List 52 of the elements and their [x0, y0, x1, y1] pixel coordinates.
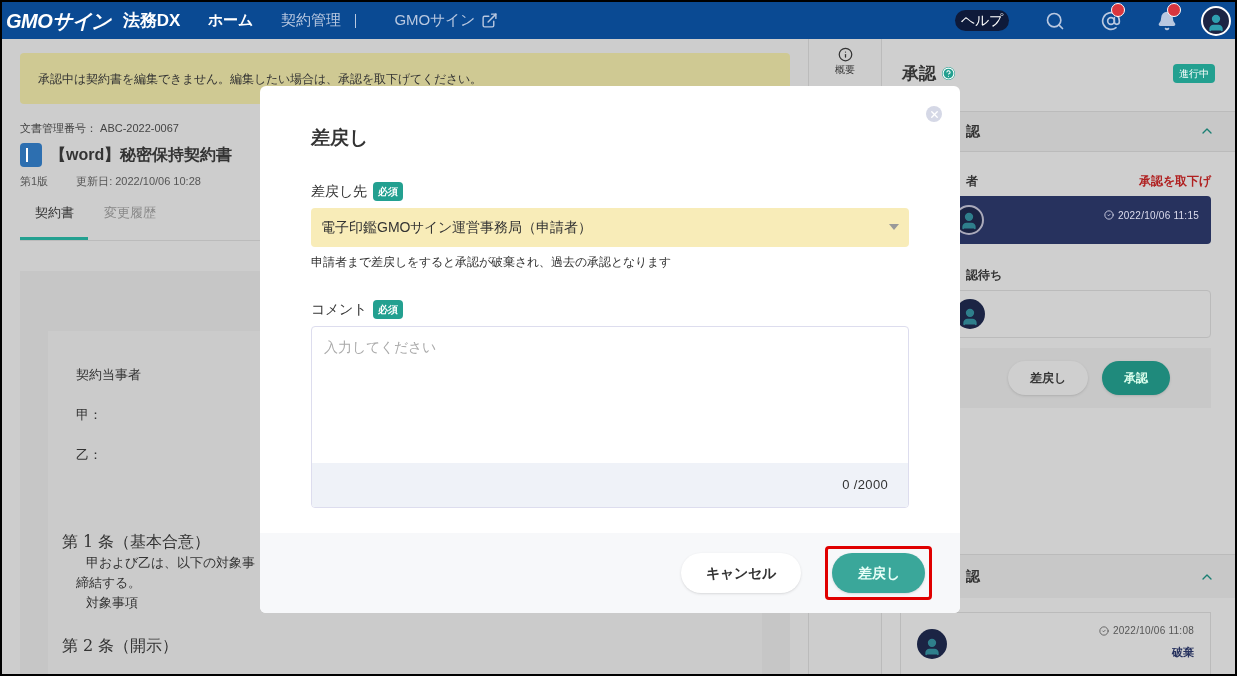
required-badge: 必須 — [373, 181, 403, 201]
search-icon[interactable] — [1045, 10, 1065, 31]
status-badge: 進行中 — [1173, 64, 1215, 84]
field-label: コメント — [311, 299, 367, 319]
help-button[interactable]: ヘルプ — [955, 10, 1009, 31]
help-icon[interactable] — [942, 67, 955, 81]
required-badge: 必須 — [373, 299, 403, 319]
nav-link[interactable]: 契約管理 — [281, 9, 342, 32]
avatar-icon — [917, 629, 947, 659]
document-text: 甲および乙は、以下の対象事 — [85, 553, 255, 572]
document-text: 第 1 条（基本合意） — [62, 532, 211, 551]
hint-text: 申請者まで差戻しをすると承認が破棄され、過去の承認となります — [311, 253, 672, 271]
logo: GMOサイン — [6, 8, 111, 34]
document-text: 甲： — [75, 405, 102, 424]
close-icon — [928, 108, 940, 120]
approve-button[interactable]: 承認 — [1102, 360, 1170, 395]
approval-time: 2022/10/06 11:15 — [1117, 208, 1199, 223]
history-status: 破棄 — [1172, 645, 1194, 660]
comment-box[interactable]: 入力してください 0 /2000 — [311, 325, 909, 508]
modal-title: 差戻し — [311, 126, 369, 150]
comment-field[interactable]: 入力してください — [312, 326, 908, 463]
document-title: 【word】秘密保持契約書 — [50, 144, 233, 165]
account-avatar[interactable] — [1201, 5, 1231, 36]
document-text: 第 2 条（開示） — [62, 636, 179, 655]
approval-time: 2022/10/06 11:08 — [1112, 624, 1194, 638]
nav-link[interactable]: ホーム — [208, 9, 254, 32]
version-label: 第1版 — [20, 173, 49, 189]
check-icon — [1098, 625, 1109, 636]
overview-tab[interactable]: 概要 — [835, 47, 855, 77]
check-icon — [1103, 210, 1114, 220]
word-file-icon — [20, 142, 42, 167]
product-name: 法務DX — [122, 9, 181, 32]
waiting-label: 認待ち — [965, 266, 1003, 284]
character-counter: 0 /2000 — [842, 475, 888, 494]
mention-icon[interactable] — [1101, 10, 1121, 31]
withdraw-link[interactable]: 承認を取下げ — [1139, 171, 1211, 190]
recipient-select[interactable]: 電子印鑑GMOサイン運営事務局（申請者） — [311, 207, 909, 247]
approver-label: 者 — [966, 172, 978, 190]
cancel-button[interactable]: キャンセル — [681, 553, 801, 593]
bell-icon[interactable] — [1157, 10, 1177, 31]
dropdown-icon — [889, 224, 899, 230]
document-text: 乙： — [75, 445, 102, 464]
document-text: 対象事項 — [85, 593, 138, 612]
document-text: 契約当事者 — [75, 365, 141, 384]
document-text: 締結する。 — [75, 573, 141, 592]
tab[interactable]: 契約書 — [20, 203, 88, 240]
panel-title: 承認 — [902, 63, 936, 85]
external-link-icon — [481, 12, 499, 29]
reject-button[interactable]: 差戻し — [1008, 360, 1088, 395]
updated-date: 更新日: 2022/10/06 10:28 — [76, 173, 201, 189]
field-label: 差戻し先 — [311, 181, 367, 201]
external-link[interactable]: GMOサイン — [394, 9, 499, 32]
